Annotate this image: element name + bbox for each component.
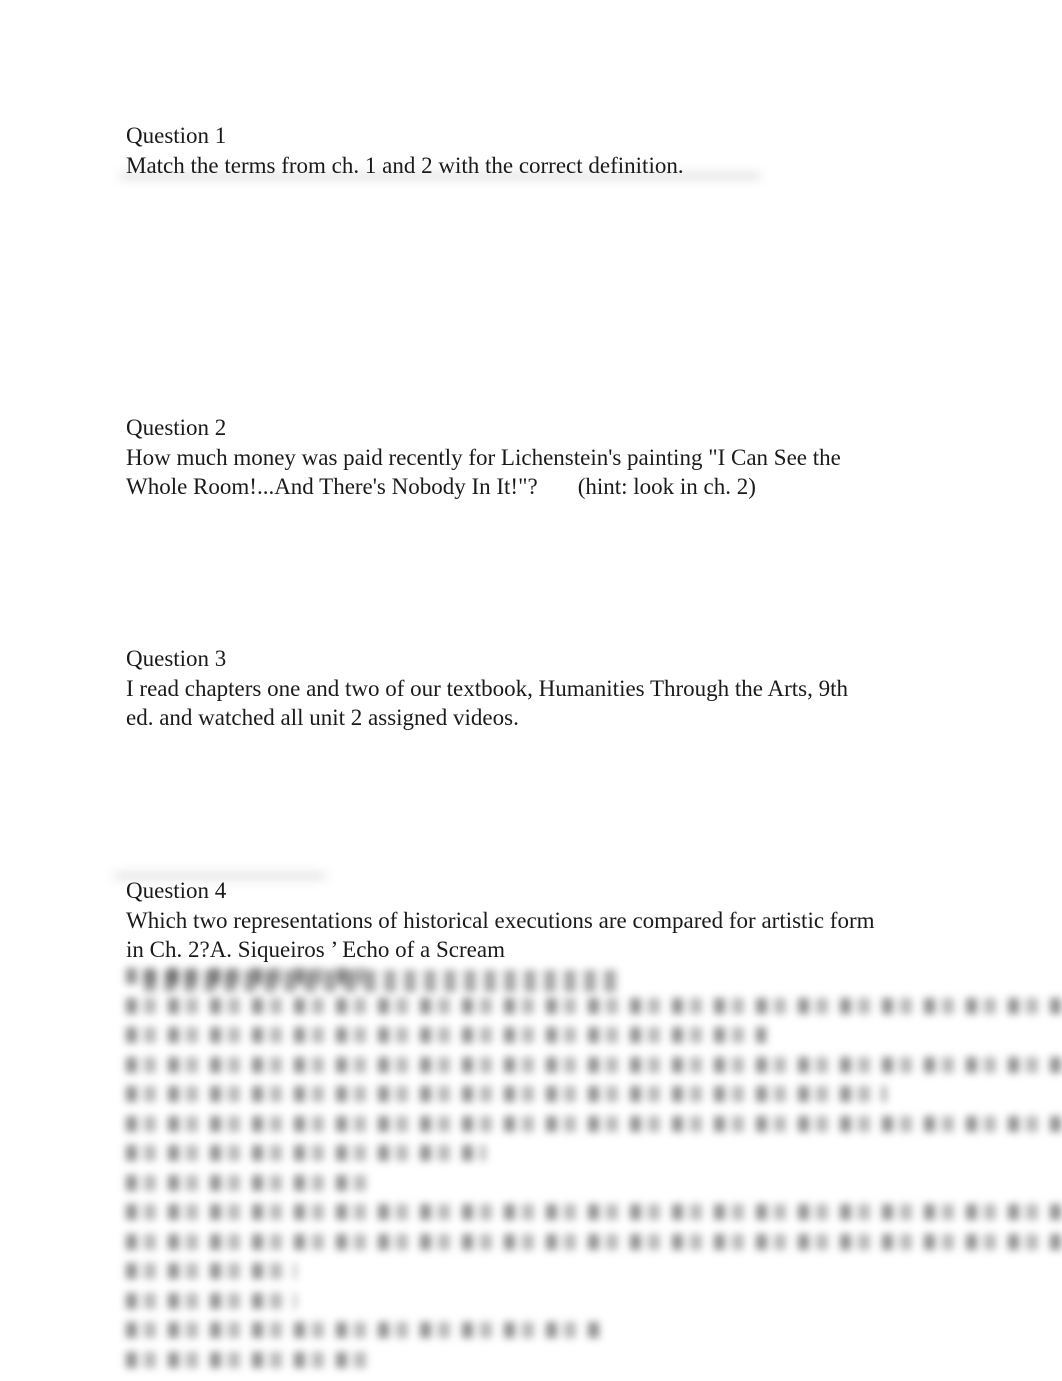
question-title: Question 3 xyxy=(126,646,227,671)
question-text-visible: Which two representations of historical … xyxy=(126,907,875,963)
question-title: Question 1 xyxy=(126,123,227,148)
blurred-line xyxy=(126,1263,296,1279)
blurred-line xyxy=(126,1292,296,1309)
blurred-line xyxy=(126,1233,1062,1250)
blurred-line xyxy=(126,1056,1062,1073)
blurred-line xyxy=(126,1322,606,1338)
blurred-line xyxy=(126,1174,366,1191)
blurred-line xyxy=(126,1351,366,1368)
question-title: Question 2 xyxy=(126,415,227,440)
question-1: Question 1 Match the terms from ch. 1 an… xyxy=(126,121,876,180)
question-text-wrap: How much money was paid recently for Lic… xyxy=(126,443,876,502)
document-page: Question 1 Match the terms from ch. 1 an… xyxy=(0,0,1062,1377)
blurred-line xyxy=(126,997,1062,1014)
blurred-line xyxy=(126,1145,486,1161)
question-2: Question 2 How much money was paid recen… xyxy=(126,413,876,502)
question-title: Question 4 xyxy=(126,878,227,903)
blurred-line xyxy=(126,1086,886,1102)
blurred-line xyxy=(126,1027,766,1043)
blurred-line xyxy=(126,1115,1062,1132)
blurred-line xyxy=(126,1204,1062,1220)
blurred-content xyxy=(126,968,1062,1381)
question-hint: (hint: look in ch. 2) xyxy=(577,474,756,499)
question-text: Match the terms from ch. 1 and 2 with th… xyxy=(126,152,684,178)
blurred-line xyxy=(126,968,366,984)
question-text: I read chapters one and two of our textb… xyxy=(126,675,848,731)
question-3: Question 3 I read chapters one and two o… xyxy=(126,644,876,733)
